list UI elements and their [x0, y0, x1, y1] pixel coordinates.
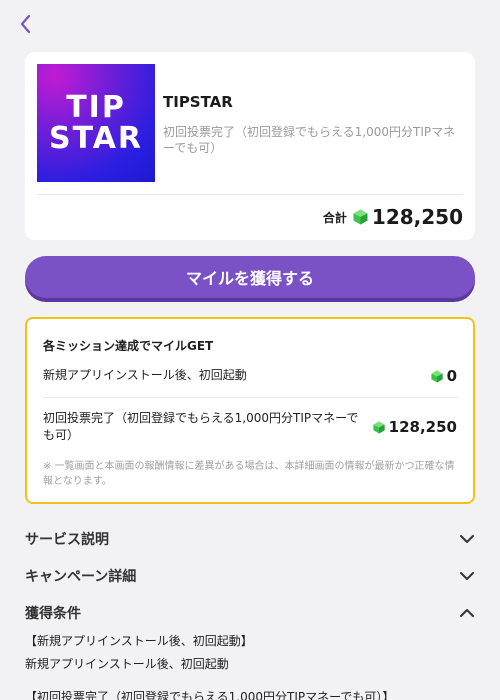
mission-title: 各ミッション達成でマイルGET — [43, 339, 214, 353]
total-row: 合計 128,250 — [323, 205, 463, 229]
mission-item: 初回投票完了（初回登録でもらえる1,000円分TIPマネーでも可） 128,25… — [43, 410, 457, 444]
accordion-campaign-details[interactable]: キャンペーン詳細 — [25, 563, 475, 589]
mission-box: 各ミッション達成でマイルGET 新規アプリインストール後、初回起動 0 初回投票… — [25, 317, 475, 504]
mission-label: 新規アプリインストール後、初回起動 — [43, 368, 247, 382]
condition-heading: 【新規アプリインストール後、初回起動】 — [25, 634, 253, 648]
divider — [43, 397, 457, 398]
total-value: 128,250 — [371, 205, 463, 229]
chevron-up-icon — [460, 609, 474, 617]
chevron-down-icon — [460, 535, 474, 543]
divider — [37, 194, 463, 195]
accordion-label: サービス説明 — [25, 532, 109, 548]
total-label: 合計 — [322, 210, 347, 225]
back-button[interactable] — [14, 12, 36, 36]
app-logo: TIP STAR — [37, 64, 155, 182]
condition-heading: 【初回投票完了（初回登録でもらえる1,000円分TIPマネーでも可）】 — [25, 690, 395, 700]
mission-item: 新規アプリインストール後、初回起動 0 — [43, 367, 457, 385]
chevron-left-icon — [20, 14, 31, 34]
app-description: 初回投票完了（初回登録でもらえる1,000円分TIPマネーでも可） — [163, 125, 456, 155]
mission-label: 初回投票完了（初回登録でもらえる1,000円分TIPマネーでも可） — [43, 411, 359, 442]
gem-icon — [373, 421, 385, 433]
accordion-label: 獲得条件 — [25, 606, 81, 622]
chevron-down-icon — [460, 572, 474, 580]
condition-text: 新規アプリインストール後、初回起動 — [25, 657, 229, 671]
gem-icon — [353, 209, 368, 225]
app-name: TIPSTAR — [163, 93, 233, 111]
mission-value: 128,250 — [373, 418, 457, 436]
accordion-label: キャンペーン詳細 — [25, 569, 137, 585]
mission-value: 0 — [430, 367, 457, 385]
gem-icon — [430, 370, 443, 382]
earn-miles-button[interactable]: マイルを獲得する — [25, 256, 475, 298]
disclaimer-note: ※ 一覧画面と本画面の報酬情報に差異がある場合は、本詳細画面の情報が最新かつ正確… — [43, 461, 455, 487]
accordion-acquisition-conditions[interactable]: 獲得条件 — [25, 600, 475, 626]
accordion-service-description[interactable]: サービス説明 — [25, 526, 475, 552]
app-card: TIP STAR TIPSTAR 初回投票完了（初回登録でもらえる1,000円分… — [25, 52, 475, 240]
